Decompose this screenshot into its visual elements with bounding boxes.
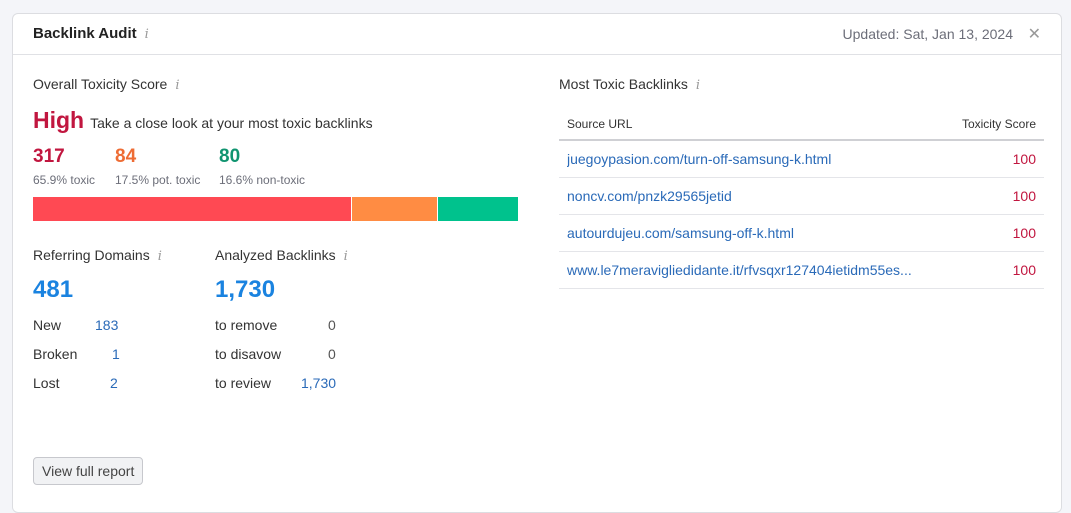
table-row: juegoypasion.com/turn-off-samsung-k.html… <box>559 141 1044 178</box>
rd-row-new: New 183 <box>33 317 215 333</box>
toxic-count-label: 65.9% toxic <box>33 173 96 187</box>
card-title: Backlink Audit i <box>33 25 149 42</box>
ab-row-key: to review <box>215 375 272 391</box>
most-toxic-table: Source URL Toxicity Score juegoypasion.c… <box>559 107 1044 289</box>
referring-domains-label-text: Referring Domains <box>33 247 150 263</box>
stats-row: Referring Domains i 481 New 183 Broken 1 … <box>33 247 518 391</box>
table-row: noncv.com/pnzk29565jetid 100 <box>559 178 1044 215</box>
backlink-url-link[interactable]: autourdujeu.com/samsung-off-k.html <box>567 225 794 241</box>
toxicity-score-value: 100 <box>1012 225 1036 241</box>
info-icon[interactable]: i <box>145 27 149 42</box>
rd-row-key: Lost <box>33 375 60 391</box>
referring-domains-label: Referring Domains i <box>33 247 215 264</box>
info-icon[interactable]: i <box>696 78 700 93</box>
rd-row-key: Broken <box>33 346 78 362</box>
referring-domains-total[interactable]: 481 <box>33 276 215 304</box>
toxicity-level-row: High Take a close look at your most toxi… <box>33 107 518 134</box>
table-row: www.le7meravigliedidante.it/rfvsqxr12740… <box>559 252 1044 289</box>
toxicity-score-value: 100 <box>1012 151 1036 167</box>
ab-row-value: 0 <box>328 317 336 333</box>
pot-toxic-count-label: 17.5% pot. toxic <box>115 173 201 187</box>
toxic-count-block[interactable]: 317 65.9% toxic <box>33 146 99 187</box>
analyzed-backlinks-block: Analyzed Backlinks i 1,730 to remove 0 to… <box>215 247 365 391</box>
backlink-url-link[interactable]: juegoypasion.com/turn-off-samsung-k.html <box>567 151 831 167</box>
most-toxic-label: Most Toxic Backlinks i <box>559 76 1044 93</box>
info-icon[interactable]: i <box>344 249 348 264</box>
ab-row-key: to remove <box>215 317 278 333</box>
toxic-bar-segment[interactable] <box>33 197 353 221</box>
most-toxic-panel: Most Toxic Backlinks i Source URL Toxicit… <box>559 76 1044 289</box>
toxic-count: 317 <box>33 146 65 167</box>
toxicity-score-label: Overall Toxicity Score i <box>33 76 518 93</box>
analyzed-backlinks-label-text: Analyzed Backlinks <box>215 247 336 263</box>
card-header: Backlink Audit i Updated: Sat, Jan 13, 20… <box>13 14 1061 55</box>
rd-row-broken: Broken 1 <box>33 346 215 362</box>
toxicity-bar <box>33 197 518 221</box>
ab-row-value: 0 <box>328 346 336 362</box>
ab-row-value[interactable]: 1,730 <box>301 375 336 391</box>
non-toxic-count-label: 16.6% non-toxic <box>219 173 306 187</box>
ab-row-key: to disavow <box>215 346 282 362</box>
toxicity-score-value: 100 <box>1012 262 1036 278</box>
analyzed-backlinks-label: Analyzed Backlinks i <box>215 247 365 264</box>
rd-row-value[interactable]: 183 <box>95 317 118 333</box>
toxicity-description: Take a close look at your most toxic bac… <box>90 115 373 131</box>
table-row: autourdujeu.com/samsung-off-k.html 100 <box>559 215 1044 252</box>
close-icon[interactable]: ✕ <box>1028 24 1041 44</box>
updated-timestamp: Updated: Sat, Jan 13, 2024 <box>842 26 1013 42</box>
toxicity-score-value: 100 <box>1012 188 1036 204</box>
toxicity-score-label-text: Overall Toxicity Score <box>33 76 168 92</box>
non-toxic-count-block[interactable]: 80 16.6% non-toxic <box>219 146 305 187</box>
info-icon[interactable]: i <box>158 249 162 264</box>
ab-row-review: to review 1,730 <box>215 375 365 391</box>
pot-toxic-count: 84 <box>115 146 137 167</box>
backlink-audit-card: Backlink Audit i Updated: Sat, Jan 13, 20… <box>12 13 1062 513</box>
backlink-url-link[interactable]: noncv.com/pnzk29565jetid <box>567 188 732 204</box>
ab-row-disavow: to disavow 0 <box>215 346 365 362</box>
pot-toxic-bar-segment[interactable] <box>352 197 438 221</box>
rd-row-lost: Lost 2 <box>33 375 215 391</box>
toxicity-counts: 317 65.9% toxic 84 17.5% pot. toxic 80 1… <box>33 146 518 187</box>
toxicity-panel: Overall Toxicity Score i High Take a clos… <box>33 76 518 391</box>
analyzed-backlinks-total[interactable]: 1,730 <box>215 276 365 304</box>
col-source-url: Source URL <box>567 117 633 131</box>
referring-domains-block: Referring Domains i 481 New 183 Broken 1 … <box>33 247 215 391</box>
col-toxicity-score: Toxicity Score <box>961 117 1036 131</box>
toxicity-level: High <box>33 107 85 133</box>
most-toxic-label-text: Most Toxic Backlinks <box>559 76 688 92</box>
backlink-url-link[interactable]: www.le7meravigliedidante.it/rfvsqxr12740… <box>567 262 912 278</box>
rd-row-value[interactable]: 1 <box>112 346 120 362</box>
card-title-text: Backlink Audit <box>33 25 137 42</box>
ab-row-remove: to remove 0 <box>215 317 365 333</box>
table-header: Source URL Toxicity Score <box>559 107 1044 141</box>
non-toxic-count: 80 <box>219 146 241 167</box>
rd-row-key: New <box>33 317 62 333</box>
info-icon[interactable]: i <box>175 78 179 93</box>
view-full-report-button[interactable]: View full report <box>33 457 144 485</box>
pot-toxic-count-block[interactable]: 84 17.5% pot. toxic <box>115 146 203 187</box>
non-toxic-bar-segment[interactable] <box>437 197 518 221</box>
rd-row-value[interactable]: 2 <box>110 375 118 391</box>
